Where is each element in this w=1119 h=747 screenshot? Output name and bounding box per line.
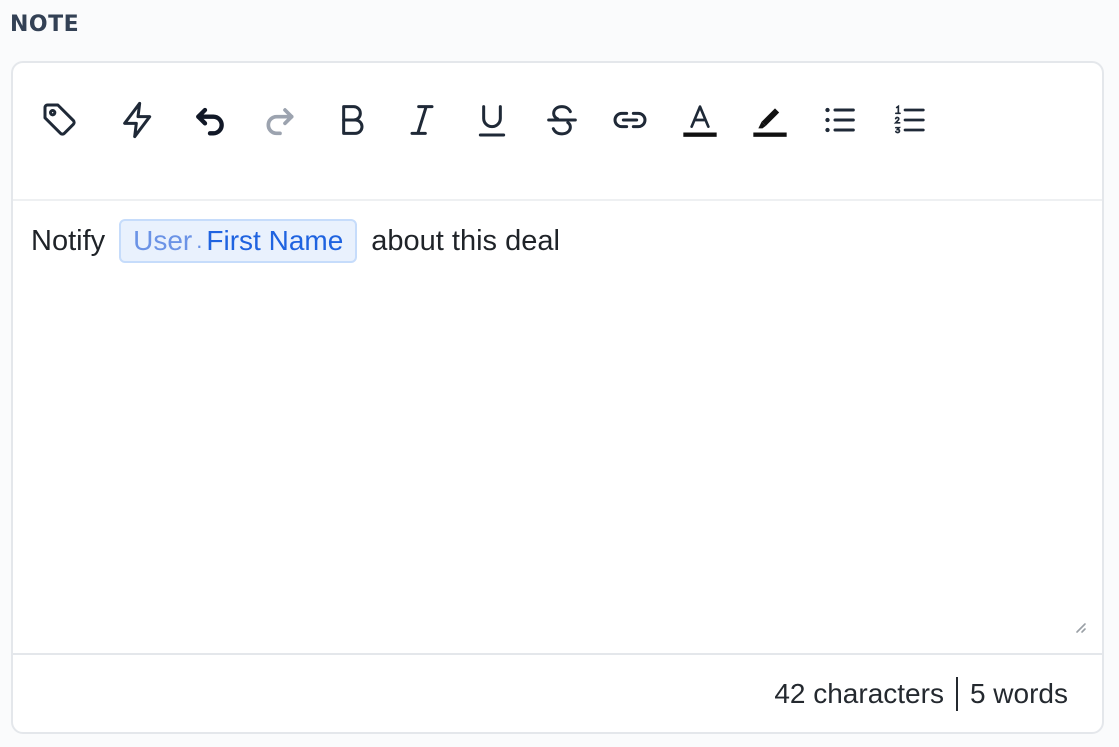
redo-button[interactable]: [253, 93, 307, 147]
character-count: 42 characters: [774, 677, 944, 709]
bold-icon: [342, 105, 364, 135]
link-button[interactable]: [603, 93, 657, 147]
bulleted-list-icon: [825, 107, 855, 133]
bold-button[interactable]: [325, 93, 379, 147]
note-text-prefix: Notify: [31, 225, 106, 257]
note-editor: Notify User . First Name about this deal…: [11, 61, 1104, 734]
highlight-icon: [753, 108, 787, 137]
tag-icon: [43, 103, 76, 136]
italic-icon: [410, 105, 434, 135]
redo-icon: [266, 108, 294, 136]
word-count: 5 words: [969, 677, 1068, 709]
lightning-button[interactable]: [111, 93, 165, 147]
italic-button[interactable]: [395, 93, 449, 147]
highlight-button[interactable]: [743, 93, 797, 147]
strikethrough-button[interactable]: [535, 93, 589, 147]
undo-button[interactable]: [183, 93, 237, 147]
numbered-list-button[interactable]: [883, 93, 937, 147]
editor-toolbar: [13, 63, 1102, 201]
variable-chip[interactable]: User . First Name: [119, 219, 358, 263]
link-icon: [613, 111, 647, 129]
tag-button[interactable]: [33, 93, 87, 147]
variable-object: User: [133, 225, 193, 256]
text-color-icon: [683, 105, 717, 137]
undo-icon: [196, 107, 224, 136]
underline-icon: [478, 105, 506, 137]
numbered-list-icon: [893, 104, 925, 134]
note-text-suffix: about this deal: [371, 225, 560, 257]
bulleted-list-button[interactable]: [813, 93, 867, 147]
underline-button[interactable]: [465, 93, 519, 147]
count-divider: [955, 676, 958, 711]
resize-handle-icon[interactable]: [1068, 615, 1088, 635]
editor-footer: 42 characters 5 words: [13, 653, 1102, 732]
lightning-icon: [123, 101, 152, 139]
variable-separator: .: [196, 228, 203, 253]
text-color-button[interactable]: [673, 93, 727, 147]
note-content[interactable]: Notify User . First Name about this deal: [31, 219, 1084, 263]
variable-field: First Name: [206, 225, 344, 256]
strikethrough-icon: [547, 105, 577, 136]
section-label: NOTE: [10, 12, 80, 37]
